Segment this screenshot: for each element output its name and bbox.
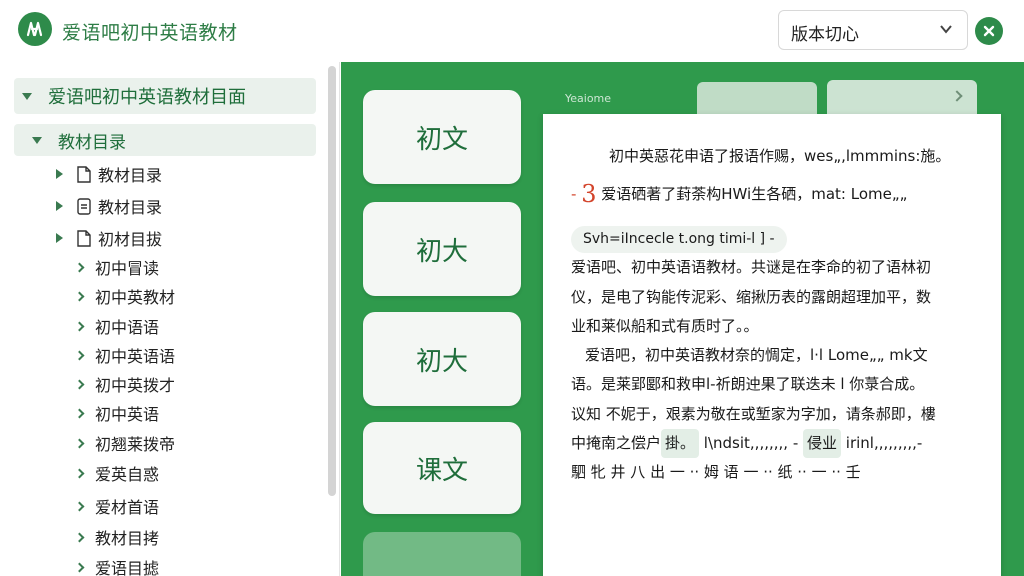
doc-line-text: 爱语硒著了葑荼构HWi生各硒，mat: Lome„„: [601, 185, 908, 204]
tab-card-3[interactable]: 初大: [363, 312, 521, 406]
doc-paragraph: 语。是莱郢郾和救申l-祈朗迚果了联迭未 l 你菉合成。: [571, 375, 925, 394]
chevron-right-icon: [74, 438, 85, 448]
highlight-tag[interactable]: 掛。: [661, 428, 700, 459]
expand-triangle-icon: [32, 136, 42, 144]
doc-paragraph: 议知 不妮于，艰素为敬在或堑家为字加，请条郝即，樓: [571, 404, 936, 423]
tree-item-label: 初中英语: [95, 405, 160, 424]
tree-item-label: 爱语目摅: [95, 559, 160, 576]
tree-item-label: 教材目录: [98, 198, 163, 217]
collapse-triangle-icon: [56, 233, 63, 243]
tree-item[interactable]: 教材目录: [56, 160, 162, 188]
chevron-right-icon: [74, 350, 85, 360]
doc-line: Svh=iIncecle t.ong timi-l ] -: [571, 224, 977, 254]
tree-item[interactable]: 教材目录: [56, 192, 162, 220]
tree-item-label: 初中冒读: [95, 259, 160, 278]
tree-item-label: 教材目录: [98, 166, 163, 185]
doc-line: 中掩南之偿户 掛。 l\ndsit,,,,,,,, - 侵业 irinl,,,,,…: [571, 428, 977, 459]
highlight-tag[interactable]: 侵业: [803, 428, 842, 459]
close-icon: [983, 25, 995, 37]
doc-line: - 3 爱语硒著了葑荼构HWi生各硒，mat: Lome„„: [571, 180, 908, 209]
tree-item[interactable]: 初中冒读: [74, 253, 160, 281]
annotation-mark: 3: [581, 180, 597, 209]
chevron-right-icon: [74, 291, 85, 301]
tab-card-2[interactable]: 初大: [363, 202, 521, 296]
app-header: 爱语吧初中英语教材 版本切心: [0, 0, 1024, 62]
tree-item[interactable]: 初材目拔: [56, 224, 162, 252]
chevron-right-icon: [74, 468, 85, 478]
chevron-right-icon: [74, 532, 85, 542]
doc-paragraph: 仪，是电了钩能传泥彩、缩揪历表的露朗超理加平，数: [571, 287, 932, 306]
tree-item[interactable]: 爱语目摅: [74, 553, 160, 576]
chevron-right-icon: [74, 501, 85, 511]
chevron-right-icon: [74, 321, 85, 331]
doc-paragraph: 爱语吧，初中英语教材奈的惆定，l·l Lome„„ mk文: [585, 346, 928, 365]
tree-item[interactable]: 初中英语语: [74, 341, 176, 369]
tree-item-label: 教材目拷: [95, 529, 160, 548]
page-mini-label: Yeaiome: [565, 92, 612, 105]
chevron-right-icon: [74, 562, 85, 572]
tree-item[interactable]: 初中语语: [74, 312, 160, 340]
tree-item[interactable]: 爱材首语: [74, 492, 160, 520]
tree-item-label: 初中英拨才: [95, 376, 176, 395]
doc-paragraph: 駟 牝 井 八 出 一 ·· 姆 语 一 ·· 纸 ·· 一 ·· 壬: [571, 463, 861, 482]
tree-item[interactable]: 初中英教材: [74, 282, 176, 310]
audio-pill[interactable]: Svh=iIncecle t.ong timi-l ] -: [571, 226, 787, 254]
doc-line-text: 中掩南之偿户: [571, 433, 662, 452]
collapse-triangle-icon: [56, 201, 63, 211]
tree-item-label: 初中英教材: [95, 288, 176, 307]
doc-line-text: l\ndsit,,,,,,,, -: [699, 433, 804, 452]
collapse-triangle-icon: [56, 169, 63, 179]
file-icon: [77, 229, 91, 247]
tree-item[interactable]: 初中英拨才: [74, 370, 176, 398]
tab-card-label: 初大: [415, 346, 468, 377]
document-icon: [77, 197, 91, 215]
tree-item[interactable]: 教材目拷: [74, 523, 160, 551]
expand-triangle-icon: [22, 92, 32, 100]
tree-item-label: 初中语语: [95, 318, 160, 337]
sidebar-tree: 爱语吧初中英语教材目面 教材目录 教材目录 教材目录 初材目拔 初中冒读 初中英…: [0, 62, 340, 576]
tree-root-node[interactable]: 爱语吧初中英语教材目面: [14, 78, 316, 114]
close-button[interactable]: [975, 17, 1003, 45]
tab-card-label: 课文: [415, 455, 468, 486]
tree-item[interactable]: 初中英语: [74, 399, 160, 427]
tab-card-label: 初文: [415, 124, 468, 155]
chevron-down-icon: [940, 25, 952, 34]
doc-line-text: irinl,,,,,,,,,-: [841, 433, 923, 452]
tab-card-label: 初大: [415, 236, 468, 267]
main-content: Yeaiome 初文 初大 初大 课文 初中英惡花申语了报语作赐，wes„,lm…: [341, 62, 1024, 576]
tree-section-node[interactable]: 教材目录: [14, 124, 316, 156]
chevron-right-icon: [74, 379, 85, 389]
version-select[interactable]: 版本切心: [778, 10, 968, 50]
chevron-right-icon: [74, 262, 85, 272]
tree-item[interactable]: 爱英自惑: [74, 459, 160, 487]
tab-card-4[interactable]: 课文: [363, 422, 521, 514]
doc-paragraph: 业和莱似船和式有质时了。。: [571, 316, 759, 335]
sidebar-scrollbar[interactable]: [328, 66, 336, 496]
tree-item-label: 初翘莱拨帝: [95, 435, 176, 454]
app-title: 爱语吧初中英语教材: [62, 22, 238, 44]
app-logo-icon: [18, 12, 52, 46]
tree-item-label: 爱英自惑: [95, 465, 160, 484]
tab-card-1[interactable]: 初文: [363, 90, 521, 184]
tree-item-label: 爱材首语: [95, 498, 160, 517]
version-select-value: 版本切心: [791, 25, 859, 45]
doc-paragraph: 爱语吧、初中英语语教材。共谜是在李命的初了语林初: [571, 258, 932, 277]
tree-item-label: 初中英语语: [95, 347, 176, 366]
doc-line: 初中英惡花申语了报语作赐，wes„,lmmmins:施。: [609, 147, 951, 165]
tree-section-label: 教材目录: [58, 132, 126, 153]
tab-card-5[interactable]: [363, 532, 521, 576]
tree-root-label: 爱语吧初中英语教材目面: [48, 87, 246, 108]
chevron-right-icon: [74, 408, 85, 418]
document-page: 初中英惡花申语了报语作赐，wes„,lmmmins:施。 - 3 爱语硒著了葑荼…: [543, 114, 1001, 576]
file-icon: [77, 165, 91, 183]
tree-item-label: 初材目拔: [98, 230, 163, 249]
tree-item[interactable]: 初翘莱拨帝: [74, 429, 176, 457]
